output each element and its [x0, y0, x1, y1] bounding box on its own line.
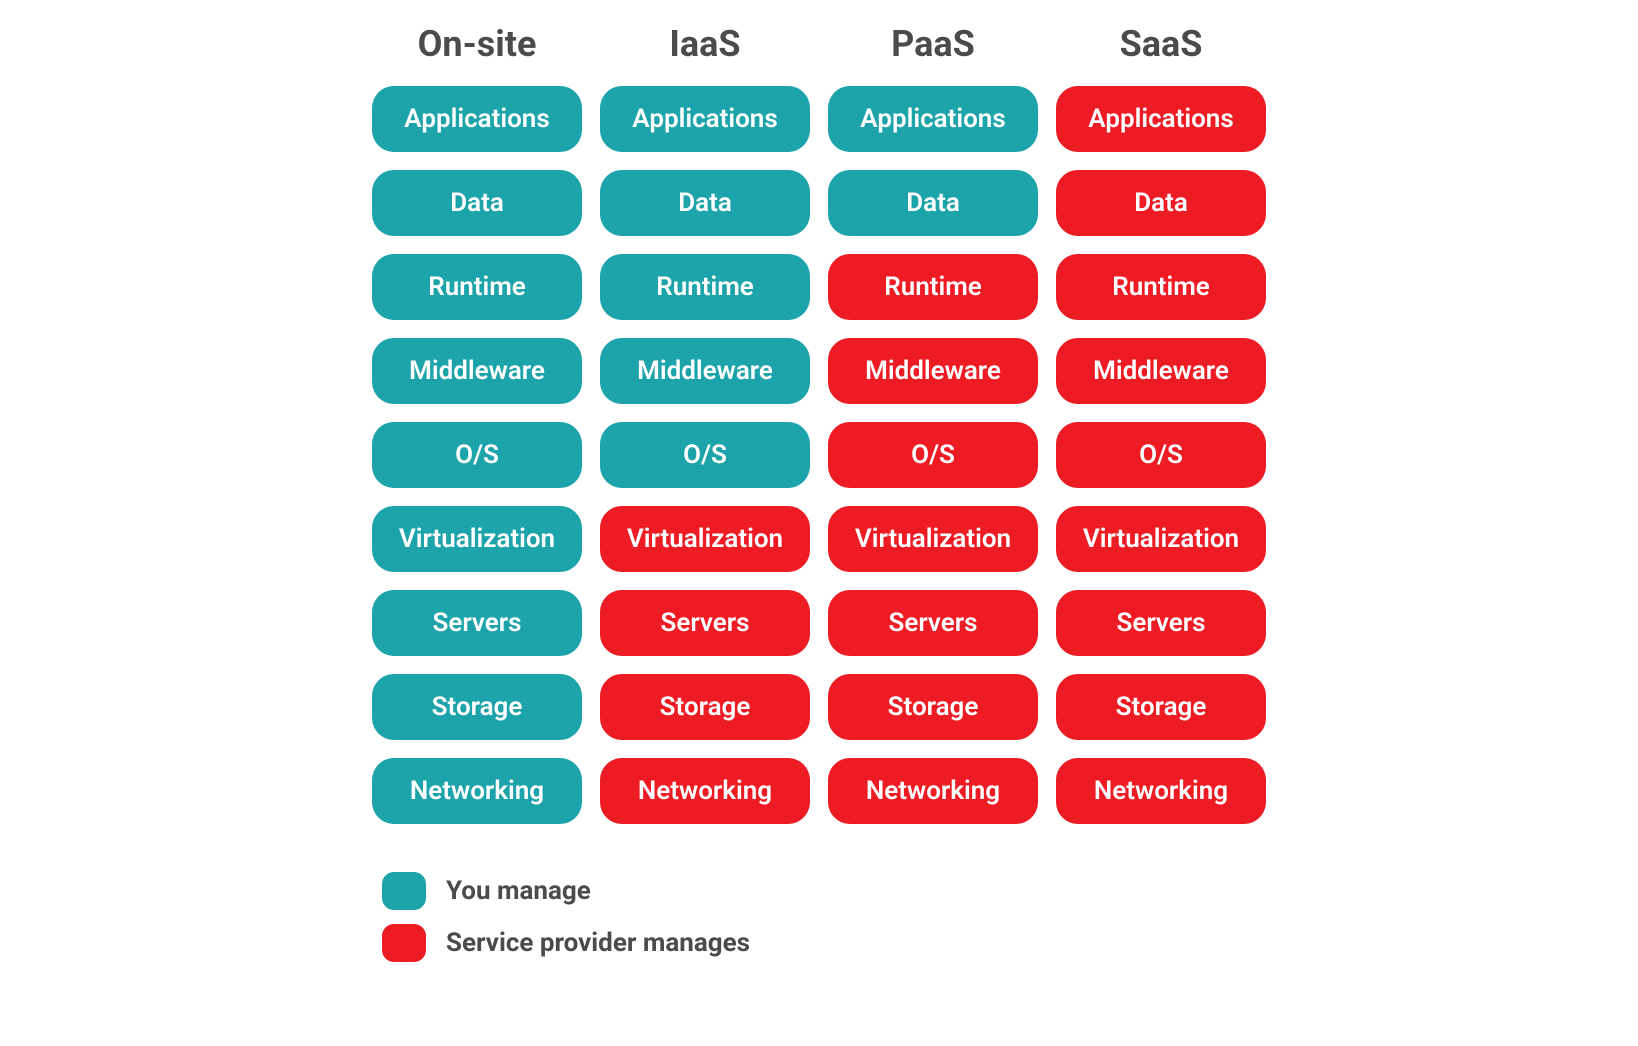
cloud-service-models-diagram: On-site Applications Data Runtime Middleware… [372, 20, 1266, 962]
layer-pill: Runtime [600, 254, 810, 320]
layer-pill: Servers [828, 590, 1038, 656]
legend-label-provider: Service provider manages [446, 928, 750, 958]
layer-pill: Virtualization [600, 506, 810, 572]
layer-pill: Applications [828, 86, 1038, 152]
layer-pill: Runtime [1056, 254, 1266, 320]
layer-pill: Storage [600, 674, 810, 740]
layer-pill: Servers [372, 590, 582, 656]
column-saas: SaaS Applications Data Runtime Middleware O/S… [1056, 20, 1266, 842]
model-grid: On-site Applications Data Runtime Middleware… [372, 20, 1266, 842]
layer-pill: Middleware [828, 338, 1038, 404]
column-header: IaaS [669, 20, 740, 68]
layer-pill: O/S [1056, 422, 1266, 488]
layer-pill: Middleware [372, 338, 582, 404]
layer-pill: Data [1056, 170, 1266, 236]
layer-pill: Networking [372, 758, 582, 824]
layer-pill: Applications [600, 86, 810, 152]
layer-pill: O/S [600, 422, 810, 488]
layer-pill: Data [828, 170, 1038, 236]
column-on-site: On-site Applications Data Runtime Middleware… [372, 20, 582, 842]
legend-row-you: You manage [382, 872, 750, 910]
legend: You manage Service provider manages [382, 872, 750, 962]
layer-pill: Networking [600, 758, 810, 824]
layer-pill: Storage [1056, 674, 1266, 740]
layer-pill: Data [600, 170, 810, 236]
layer-pill: Virtualization [828, 506, 1038, 572]
layer-pill: Servers [600, 590, 810, 656]
column-header: SaaS [1120, 20, 1203, 68]
layer-pill: Storage [828, 674, 1038, 740]
column-paas: PaaS Applications Data Runtime Middleware O/S… [828, 20, 1038, 842]
layer-pill: Middleware [600, 338, 810, 404]
layer-pill: Networking [1056, 758, 1266, 824]
layer-pill: Runtime [828, 254, 1038, 320]
layer-pill: Networking [828, 758, 1038, 824]
layer-pill: Runtime [372, 254, 582, 320]
layer-pill: Applications [372, 86, 582, 152]
layer-pill: Virtualization [1056, 506, 1266, 572]
layer-pill: O/S [828, 422, 1038, 488]
layer-pill: Data [372, 170, 582, 236]
column-header: PaaS [891, 20, 975, 68]
layer-pill: O/S [372, 422, 582, 488]
column-header: On-site [418, 20, 537, 68]
layer-pill: Servers [1056, 590, 1266, 656]
layer-pill: Storage [372, 674, 582, 740]
layer-pill: Applications [1056, 86, 1266, 152]
layer-pill: Virtualization [372, 506, 582, 572]
legend-swatch-you [382, 872, 426, 910]
legend-swatch-provider [382, 924, 426, 962]
legend-label-you: You manage [446, 876, 591, 906]
column-iaas: IaaS Applications Data Runtime Middleware O/S… [600, 20, 810, 842]
legend-row-provider: Service provider manages [382, 924, 750, 962]
layer-pill: Middleware [1056, 338, 1266, 404]
